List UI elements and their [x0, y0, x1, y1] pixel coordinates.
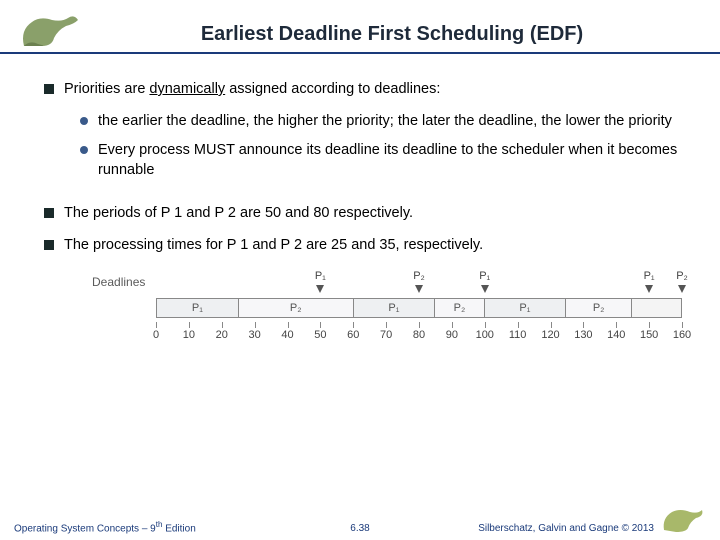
- tick-axis: 0 10 20 30 40 50 60 70 80 90 100 110 120…: [156, 322, 682, 346]
- text: Operating System Concepts – 9: [14, 523, 156, 534]
- square-bullet-icon: [44, 240, 54, 250]
- ticks-row: 0 10 20 30 40 50 60 70 80 90 100 110 120…: [92, 321, 682, 347]
- tick-20: 20: [216, 328, 228, 343]
- tick-70: 70: [380, 328, 392, 343]
- subbullet-1a-text: the earlier the deadline, the higher the…: [98, 112, 672, 132]
- tick-50: 50: [314, 328, 326, 343]
- seg-p2-85-100: P₂: [435, 299, 484, 317]
- tick-130: 130: [574, 328, 592, 343]
- tick-60: 60: [347, 328, 359, 343]
- edf-timeline-diagram: Deadlines P₁ P₂ P₁ P₁ P₂ P₁ P₂ P₁ P₂ P₁ …: [92, 269, 682, 347]
- bullet-3: The processing times for P 1 and P 2 are…: [44, 236, 680, 256]
- subbullet-1a: the earlier the deadline, the higher the…: [80, 112, 680, 132]
- disc-bullet-icon: [80, 146, 88, 154]
- subbullet-1b: Every process MUST announce its deadline…: [80, 141, 680, 180]
- bullet-1: Priorities are dynamically assigned acco…: [44, 80, 680, 100]
- text: assigned according to deadlines:: [225, 81, 440, 97]
- bullet-2-text: The periods of P 1 and P 2 are 50 and 80…: [64, 204, 413, 224]
- schedule-bar: P₁ P₂ P₁ P₂ P₁ P₂: [156, 298, 682, 318]
- subbullet-1b-text: Every process MUST announce its deadline…: [98, 141, 680, 180]
- slide-footer: Operating System Concepts – 9th Edition …: [0, 504, 720, 534]
- tick-160: 160: [673, 328, 691, 343]
- tick-40: 40: [281, 328, 293, 343]
- tick-100: 100: [476, 328, 494, 343]
- tick-0: 0: [153, 328, 159, 343]
- tick-120: 120: [541, 328, 559, 343]
- deadlines-axis: P₁ P₂ P₁ P₁ P₂: [156, 269, 682, 295]
- text: Priorities are: [64, 81, 149, 97]
- square-bullet-icon: [44, 84, 54, 94]
- seg-p1-60-85: P₁: [354, 299, 436, 317]
- slide-title: Earliest Deadline First Scheduling (EDF): [82, 23, 702, 52]
- disc-bullet-icon: [80, 117, 88, 125]
- seg-p2-125-145: P₂: [566, 299, 632, 317]
- deadline-arrow-p2-160: P₂: [676, 269, 688, 293]
- schedule-row: P₁ P₂ P₁ P₂ P₁ P₂: [92, 295, 682, 321]
- dinosaur-right-icon: [660, 504, 706, 534]
- seg-p2-25-60: P₂: [239, 299, 354, 317]
- footer-right: Silberschatz, Galvin and Gagne © 2013: [478, 523, 654, 534]
- footer-right-wrap: Silberschatz, Galvin and Gagne © 2013: [478, 504, 706, 534]
- dinosaur-left-icon: [18, 10, 82, 50]
- tick-150: 150: [640, 328, 658, 343]
- tick-30: 30: [249, 328, 261, 343]
- bullet-3-text: The processing times for P 1 and P 2 are…: [64, 236, 483, 256]
- deadlines-label: Deadlines: [92, 274, 156, 290]
- bullet-2: The periods of P 1 and P 2 are 50 and 80…: [44, 204, 680, 224]
- tick-110: 110: [509, 328, 527, 343]
- deadlines-row: Deadlines P₁ P₂ P₁ P₁ P₂: [92, 269, 682, 295]
- seg-p1-0-25: P₁: [157, 299, 239, 317]
- slide-body: Priorities are dynamically assigned acco…: [0, 54, 720, 347]
- seg-p1-100-125: P₁: [485, 299, 567, 317]
- bullet-1-text: Priorities are dynamically assigned acco…: [64, 80, 440, 100]
- deadline-arrow-p1-100: P₁: [479, 269, 491, 293]
- tick-80: 80: [413, 328, 425, 343]
- square-bullet-icon: [44, 208, 54, 218]
- footer-page-number: 6.38: [350, 523, 369, 534]
- footer-left: Operating System Concepts – 9th Edition: [14, 520, 196, 534]
- tick-90: 90: [446, 328, 458, 343]
- tick-140: 140: [607, 328, 625, 343]
- deadline-arrow-p1-50: P₁: [314, 269, 326, 293]
- tick-10: 10: [183, 328, 195, 343]
- deadline-arrow-p1-150: P₁: [643, 269, 655, 293]
- emph-dynamically: dynamically: [149, 81, 225, 97]
- deadline-arrow-p2-80: P₂: [413, 269, 425, 293]
- slide-header: Earliest Deadline First Scheduling (EDF): [0, 0, 720, 54]
- text: Edition: [162, 523, 195, 534]
